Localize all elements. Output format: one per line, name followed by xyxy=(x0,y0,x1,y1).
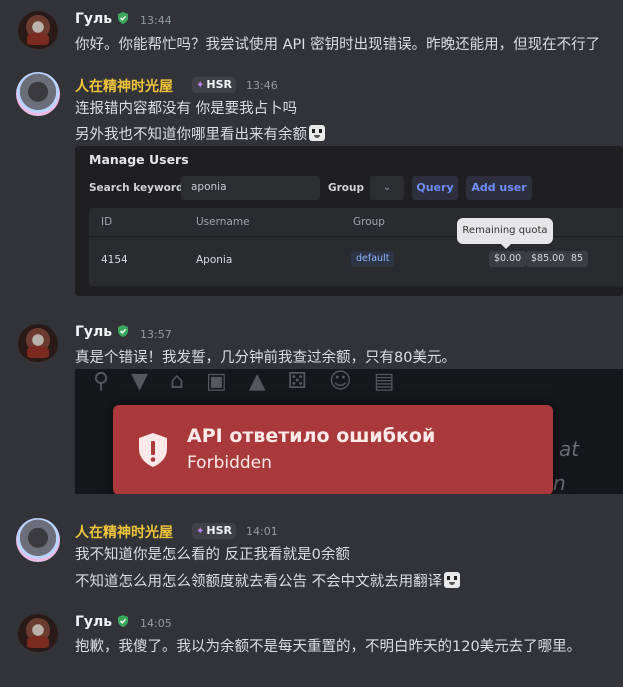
column-header: ID xyxy=(101,216,113,228)
message-text: 你好。你能帮忙吗？我尝试使用 API 密钥时出现错误。昨晚还能用，但现在不行了 xyxy=(75,37,601,53)
background-text: at xyxy=(559,437,580,461)
message-text: 连报错内容都没有 你是要我占卜吗 xyxy=(75,101,298,117)
query-button: Query xyxy=(412,176,458,200)
quota-used: $0.00 xyxy=(489,251,527,267)
avatar[interactable] xyxy=(18,11,58,51)
search-input: aponia xyxy=(181,176,320,200)
timestamp: 13:57 xyxy=(140,328,172,341)
avatar[interactable] xyxy=(16,518,60,562)
author-name[interactable]: 人在精神时光屋 xyxy=(75,76,173,96)
search-label: Search keywords xyxy=(89,182,190,194)
author-name[interactable]: Гуль xyxy=(75,324,130,340)
tooltip-remaining-quota: Remaining quota xyxy=(457,218,553,249)
add-user-button: Add user xyxy=(466,176,532,200)
column-header: Group xyxy=(353,216,385,228)
background-text: n xyxy=(553,471,566,494)
quota-total: $85.00 xyxy=(526,251,570,267)
author-name[interactable]: 人在精神时光屋 xyxy=(75,522,173,542)
star-icon: ✦ xyxy=(196,80,205,91)
toolbar-icons: ⚲▼⌂▣▲⚄☺▤ xyxy=(93,369,417,394)
message-text: 我不知道你是怎么看的 反正我看就是0余额 xyxy=(75,547,350,563)
timestamp: 14:05 xyxy=(140,617,172,630)
group-select: ⌄ xyxy=(370,176,404,200)
quota-count: 85 xyxy=(566,251,589,267)
message-text: 另外我也不知道你哪里看出来有余额 xyxy=(75,123,325,144)
avatar[interactable] xyxy=(18,324,58,364)
timestamp: 13:44 xyxy=(140,14,172,27)
avatar[interactable] xyxy=(18,614,58,654)
column-header: Username xyxy=(196,216,250,228)
shield-alert-icon xyxy=(139,433,167,467)
error-toast: API ответило ошибкой Forbidden xyxy=(113,405,553,494)
message-text: 不知道怎么用怎么领额度就去看公告 不会中文就去用翻译 xyxy=(75,570,461,591)
star-icon: ✦ xyxy=(196,526,205,537)
shield-badge-icon xyxy=(118,325,129,337)
chevron-down-icon: ⌄ xyxy=(382,182,392,193)
timestamp: 13:46 xyxy=(246,79,278,92)
author-name[interactable]: Гуль xyxy=(75,11,130,27)
face-emoji-icon xyxy=(309,125,325,141)
cell-group: default xyxy=(351,251,395,267)
face-emoji-icon xyxy=(444,572,461,588)
message-text: 真是个错误！我发誓，几分钟前我查过余额，只有80美元。 xyxy=(75,350,456,366)
timestamp: 14:01 xyxy=(246,525,278,538)
attached-image-error[interactable]: ⚲▼⌂▣▲⚄☺▤ at n API ответило ошибкой Forbi… xyxy=(75,369,623,494)
manage-users-title: Manage Users xyxy=(89,152,189,167)
search-value: aponia xyxy=(191,181,227,193)
group-label: Group xyxy=(328,182,365,194)
error-subtitle: Forbidden xyxy=(187,453,272,473)
message-text: 抱歉，我傻了。我以为余额不是每天重置的，不明白昨天的120美元去了哪里。 xyxy=(75,639,582,655)
shield-badge-icon xyxy=(118,615,129,627)
avatar[interactable] xyxy=(16,72,60,116)
error-title: API ответило ошибкой xyxy=(187,425,436,447)
shield-badge-icon xyxy=(118,12,129,24)
cell-username: Aponia xyxy=(196,254,233,266)
role-tag[interactable]: ✦ HSR xyxy=(192,77,236,93)
role-tag[interactable]: ✦ HSR xyxy=(192,523,236,539)
attached-image-manage-users[interactable]: Manage Users Search keywords aponia Grou… xyxy=(75,146,623,296)
author-name[interactable]: Гуль xyxy=(75,614,130,630)
cell-id: 4154 xyxy=(101,254,128,266)
